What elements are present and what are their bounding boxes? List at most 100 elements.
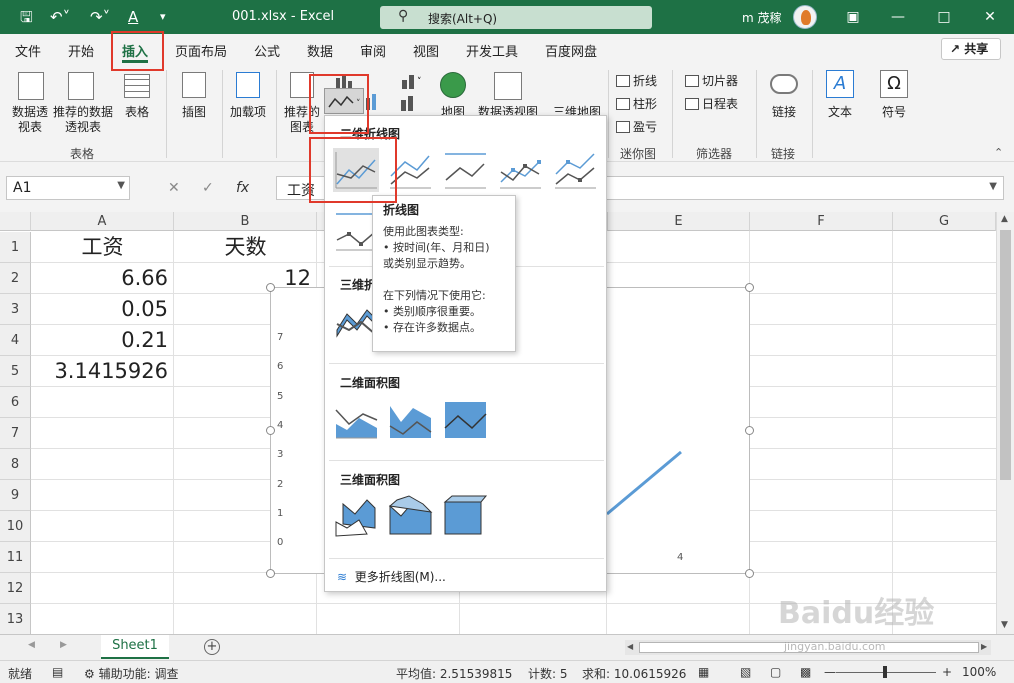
row-header[interactable]: 10 xyxy=(0,511,31,542)
close-icon[interactable]: ✕ xyxy=(975,6,1005,28)
sparkline-line-button[interactable]: 折线 xyxy=(616,72,657,89)
table-button[interactable]: 表格 xyxy=(120,105,154,120)
cancel-icon[interactable]: ✕ xyxy=(168,180,180,196)
row-header[interactable]: 12 xyxy=(0,573,31,604)
add-sheet-button[interactable]: + xyxy=(204,639,220,655)
tab-data[interactable]: 数据 xyxy=(307,41,333,60)
resize-handle[interactable] xyxy=(266,283,275,292)
macro-record-icon[interactable]: ▤ xyxy=(52,665,63,679)
zoom-out-icon[interactable]: — xyxy=(824,665,836,679)
tab-file[interactable]: 文件 xyxy=(15,41,41,60)
3d-stacked-area-option[interactable] xyxy=(387,494,433,538)
recommended-pivot-button[interactable]: 推荐的数据透视表 xyxy=(52,105,114,135)
resize-handle[interactable] xyxy=(266,426,275,435)
collapse-ribbon-icon[interactable]: ⌃ xyxy=(994,146,1003,159)
text-button[interactable]: 文本 xyxy=(824,105,856,120)
3d-area-option[interactable] xyxy=(333,494,379,538)
row-header[interactable]: 1 xyxy=(0,232,31,263)
percent-area-option[interactable] xyxy=(442,398,488,442)
name-box[interactable]: A1 ▼ xyxy=(6,176,130,200)
function-icon[interactable]: fx xyxy=(236,180,249,196)
addins-button[interactable]: 加载项 xyxy=(228,105,268,120)
row-header[interactable]: 11 xyxy=(0,542,31,573)
resize-handle[interactable] xyxy=(745,569,754,578)
illustrations-button[interactable]: 插图 xyxy=(176,105,212,120)
cell-a5[interactable]: 3.1415926 xyxy=(31,356,168,386)
sheet-tab-sheet1[interactable]: Sheet1 xyxy=(101,635,169,659)
page-layout-view-icon[interactable]: ▢ xyxy=(770,665,781,679)
row-header[interactable]: 9 xyxy=(0,480,31,511)
accessibility-status[interactable]: ⚙ 辅助功能: 调查 xyxy=(84,665,178,682)
cell-a2[interactable]: 6.66 xyxy=(31,263,168,293)
prev-sheet-icon[interactable]: ◀ xyxy=(28,640,35,650)
row-header[interactable]: 8 xyxy=(0,449,31,480)
row-header[interactable]: 2 xyxy=(0,263,31,294)
font-color-icon[interactable]: A xyxy=(128,7,138,27)
tab-review[interactable]: 审阅 xyxy=(360,41,386,60)
column-header-e[interactable]: E xyxy=(607,212,750,231)
symbols-button[interactable]: 符号 xyxy=(878,105,910,120)
row-header[interactable]: 4 xyxy=(0,325,31,356)
user-name[interactable]: m 茂稼 xyxy=(742,9,782,26)
column-header-a[interactable]: A xyxy=(31,212,174,231)
scroll-left-icon[interactable]: ◀ xyxy=(627,642,633,651)
3d-percent-area-option[interactable] xyxy=(442,494,488,538)
next-sheet-icon[interactable]: ▶ xyxy=(60,640,67,650)
line-markers-option[interactable] xyxy=(497,148,543,192)
column-header-b[interactable]: B xyxy=(174,212,317,231)
scroll-down-icon[interactable]: ▼ xyxy=(1001,620,1008,630)
cell-a4[interactable]: 0.21 xyxy=(31,325,168,355)
stacked-line-markers-option[interactable] xyxy=(552,148,598,192)
sparkline-column-button[interactable]: 柱形 xyxy=(616,95,657,112)
row-header[interactable]: 6 xyxy=(0,387,31,418)
combo-chart-icon[interactable] xyxy=(398,94,428,112)
hierarchy-chart-icon[interactable]: ˅ xyxy=(400,72,430,90)
pivot-table-button[interactable]: 数据透视表 xyxy=(8,105,52,135)
normal-view-icon[interactable]: ▧ xyxy=(740,665,751,679)
display-settings-icon[interactable]: ▦ xyxy=(698,665,709,679)
zoom-in-icon[interactable]: + xyxy=(942,665,952,679)
more-line-charts-link[interactable]: ≋ 更多折线图(M)... xyxy=(337,568,446,585)
redo-icon[interactable]: ↷˅ xyxy=(90,7,110,27)
percent-stacked-line-option[interactable] xyxy=(442,148,488,192)
tab-page-layout[interactable]: 页面布局 xyxy=(175,41,227,60)
slicer-button[interactable]: 切片器 xyxy=(685,72,738,89)
stacked-area-option[interactable] xyxy=(387,398,433,442)
ribbon-display-icon[interactable]: ▣ xyxy=(838,6,868,28)
vertical-scrollbar[interactable]: ▲ ▼ xyxy=(996,212,1014,634)
cell-b1[interactable]: 天数 xyxy=(174,232,317,262)
vertical-scroll-thumb[interactable] xyxy=(1000,230,1011,480)
row-header[interactable]: 3 xyxy=(0,294,31,325)
share-button[interactable]: ↗ 共享 xyxy=(941,38,1001,60)
tab-formulas[interactable]: 公式 xyxy=(254,41,280,60)
row-header[interactable]: 5 xyxy=(0,356,31,387)
zoom-level[interactable]: 100% xyxy=(962,665,996,679)
scroll-right-icon[interactable]: ▶ xyxy=(981,642,987,651)
select-all-corner[interactable] xyxy=(0,212,31,231)
customize-toolbar-icon[interactable]: ▾ xyxy=(160,7,166,27)
resize-handle[interactable] xyxy=(266,569,275,578)
column-header-g[interactable]: G xyxy=(893,212,996,231)
tab-home[interactable]: 开始 xyxy=(68,41,94,60)
timeline-button[interactable]: 日程表 xyxy=(685,95,738,112)
confirm-icon[interactable]: ✓ xyxy=(202,180,214,196)
link-button[interactable]: 链接 xyxy=(772,105,796,120)
resize-handle[interactable] xyxy=(745,426,754,435)
tab-view[interactable]: 视图 xyxy=(413,41,439,60)
column-header-f[interactable]: F xyxy=(750,212,893,231)
sparkline-winloss-button[interactable]: 盈亏 xyxy=(616,118,657,135)
scroll-up-icon[interactable]: ▲ xyxy=(1001,214,1008,224)
cell-a1[interactable]: 工资 xyxy=(31,232,174,262)
row-header[interactable]: 7 xyxy=(0,418,31,449)
avatar[interactable] xyxy=(793,5,817,29)
area-option[interactable] xyxy=(333,398,379,442)
save-icon[interactable]: 🖫 xyxy=(20,7,33,27)
cell-a3[interactable]: 0.05 xyxy=(31,294,168,324)
zoom-slider-thumb[interactable] xyxy=(883,666,887,678)
maximize-icon[interactable]: □ xyxy=(929,6,959,28)
undo-icon[interactable]: ↶˅ xyxy=(50,7,70,27)
tab-developer[interactable]: 开发工具 xyxy=(466,41,518,60)
row-header[interactable]: 13 xyxy=(0,604,31,634)
page-break-view-icon[interactable]: ▩ xyxy=(800,665,811,679)
resize-handle[interactable] xyxy=(745,283,754,292)
